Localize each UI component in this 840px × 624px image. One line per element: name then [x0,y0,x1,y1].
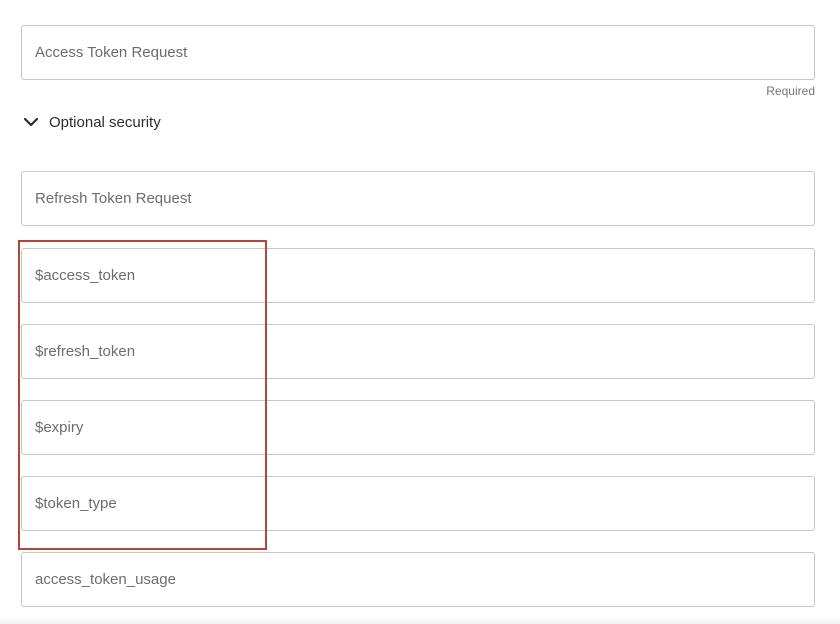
access-token-request-field[interactable] [21,25,815,80]
optional-security-label: Optional security [49,113,161,131]
access-token-usage-field[interactable] [21,552,815,607]
token-type-variable-field[interactable] [21,476,815,531]
refresh-token-request-field[interactable] [21,171,815,226]
refresh-token-variable-field[interactable] [21,324,815,379]
chevron-down-icon [21,112,41,132]
expiry-variable-input[interactable] [22,401,814,454]
bottom-divider [0,616,840,624]
token-type-variable-input[interactable] [22,477,814,530]
access-token-variable-field[interactable] [21,248,815,303]
token-settings-form: Required Optional security [0,0,840,624]
access-token-request-input[interactable] [22,26,814,79]
refresh-token-variable-input[interactable] [22,325,814,378]
required-label: Required [766,84,815,98]
optional-security-toggle[interactable]: Optional security [21,110,161,134]
refresh-token-request-input[interactable] [22,172,814,225]
expiry-variable-field[interactable] [21,400,815,455]
access-token-variable-input[interactable] [22,249,814,302]
access-token-usage-input[interactable] [22,553,814,606]
